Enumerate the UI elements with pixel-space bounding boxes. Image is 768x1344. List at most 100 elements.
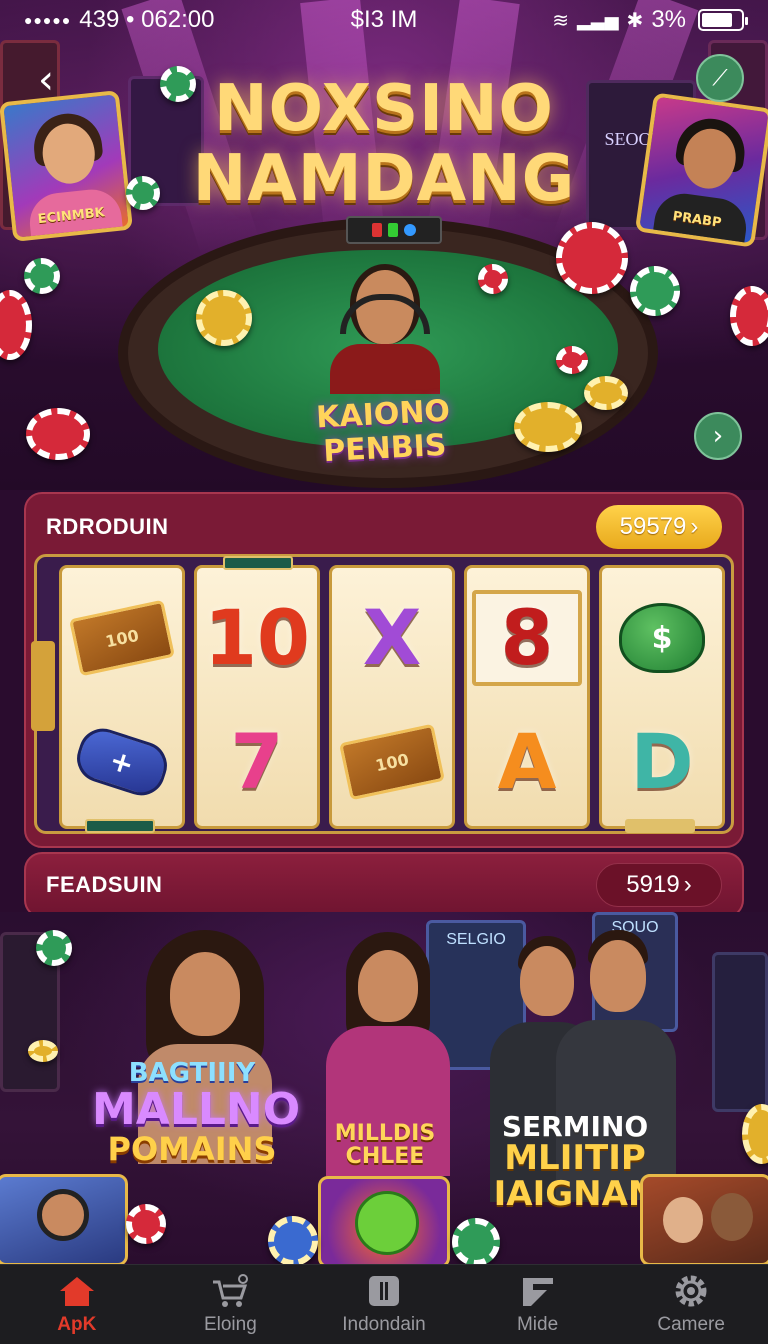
hero-banner[interactable]: SEOONA ‹ ⟋ ECINMBK PRABP NOXSINO NAMDANG…	[0, 0, 768, 490]
hero-title: NOXSINO NAMDANG	[0, 74, 768, 214]
next-button[interactable]: ›	[694, 412, 742, 460]
section-value: 5919	[626, 871, 680, 898]
reel-symbol: X	[362, 593, 422, 682]
gold-coin	[584, 376, 628, 410]
character-icon	[711, 1193, 753, 1241]
poker-chip	[556, 346, 588, 374]
hero-title-line-1: NOXSINO	[214, 72, 554, 146]
poker-chip	[24, 258, 60, 294]
bluetooth-icon: ✱	[626, 9, 644, 32]
nav-label: Eloing	[203, 1313, 257, 1335]
nav-item-share[interactable]: Mide	[461, 1265, 615, 1344]
section-title: FEADSUIN	[46, 872, 163, 897]
chevron-right-icon: ›	[712, 421, 724, 451]
reel-arrow-left[interactable]	[31, 641, 55, 731]
nav-item-settings[interactable]: Camere	[614, 1265, 768, 1344]
chevron-left-icon: ‹	[38, 57, 54, 103]
status-bar: ●●●●● 439 • 062:00 $I3 IM ≋ ▂▃▅ ✱ 3%	[0, 0, 768, 40]
back-button[interactable]: ‹	[24, 57, 68, 103]
poker-chip	[630, 266, 680, 316]
signal-bars-icon: ▂▃▅	[577, 9, 619, 30]
poker-chip	[556, 222, 628, 294]
reel-symbol: 7	[230, 717, 284, 806]
game-thumbnail[interactable]	[318, 1176, 450, 1264]
section-value-button[interactable]: 5919 ›	[596, 863, 722, 907]
reels-frame: 100 + 10 7 X 100 8 A $ D	[31, 554, 734, 834]
reel-symbol: A	[497, 717, 557, 806]
reel-1[interactable]: 100 +	[59, 565, 185, 829]
reel-symbol: 100	[62, 578, 182, 698]
cash-stack-icon: 100	[339, 723, 445, 801]
wifi-icon: ≋	[552, 9, 570, 32]
gold-coin	[196, 290, 252, 346]
headset-icon	[37, 1189, 89, 1241]
poker-chip	[160, 66, 196, 102]
settings-button[interactable]: ⟋	[696, 54, 744, 102]
nav-item-cart[interactable]: Eloing	[154, 1265, 308, 1344]
reel-symbol: D	[630, 717, 694, 806]
feature-caption-middle: MILLDIS CHLEE	[334, 1121, 436, 1170]
section-value: 59579	[619, 513, 687, 540]
slot-panel[interactable]: RDRODUIN 59579 › 100 + 10 7 X 100 8 A $ …	[24, 492, 744, 848]
reel-symbol: +	[62, 702, 182, 822]
reel-5[interactable]: $ D	[599, 565, 725, 829]
poker-chip	[478, 264, 508, 294]
poker-chip	[452, 1218, 500, 1264]
nav-label: Mide	[516, 1313, 559, 1335]
poker-chip	[514, 402, 582, 452]
section-header-second: FEADSUIN 5919 ›	[24, 852, 744, 918]
hero-badge: KAIONO PENBIS	[294, 393, 473, 470]
reel-tab	[625, 819, 695, 833]
hero-title-line-2: NAMDANG	[192, 142, 576, 216]
reel-tab	[223, 556, 293, 570]
battery-percent: 3%	[651, 6, 686, 33]
reel-4[interactable]: 8 A	[464, 565, 590, 829]
feature-caption-right: SERMINO MLIITIP IAIGNAN	[493, 1110, 657, 1215]
poker-chip	[36, 930, 72, 966]
chevron-right-icon: ›	[690, 513, 699, 540]
poker-chip	[26, 408, 90, 460]
reel-3[interactable]: X 100	[329, 565, 455, 829]
nav-label: ApK	[57, 1313, 97, 1335]
nav-label: Camere	[657, 1313, 725, 1335]
status-time: 439 • 062:00	[79, 6, 215, 33]
gear-icon	[672, 1274, 710, 1308]
reel-tab	[85, 819, 155, 833]
feature-caption-left: BAGTIIIY MALLNO POMAINS	[92, 1058, 301, 1169]
chevron-right-icon: ›	[683, 871, 692, 898]
poker-chip	[268, 1216, 318, 1264]
reel-symbol: 100	[332, 702, 452, 822]
background-slot-machine	[712, 952, 768, 1112]
feature-area[interactable]: SELGIO SOUO BAGTIIIY MALLNO POMAINS MILL…	[0, 912, 768, 1264]
reel-symbol: 10	[204, 593, 310, 682]
game-thumbnail[interactable]	[0, 1174, 128, 1264]
battery-icon	[698, 9, 748, 31]
section-value-button[interactable]: 59579 ›	[596, 505, 722, 549]
mascot-icon	[355, 1191, 419, 1255]
section-title: RDRODUIN	[46, 514, 169, 539]
section-header-first: RDRODUIN 59579 ›	[26, 494, 742, 560]
poker-chip	[126, 176, 160, 210]
gold-coin	[28, 1040, 58, 1062]
game-thumbnail[interactable]	[640, 1174, 768, 1264]
reel-symbol: $	[602, 578, 722, 698]
share-icon	[519, 1274, 557, 1308]
cash-stack-icon: 100	[69, 599, 175, 677]
bottom-nav: ApK Eloing Indondain Mide Camere	[0, 1264, 768, 1344]
card-icon	[365, 1274, 403, 1308]
cell-signal-icon: ●●●●●	[24, 12, 72, 28]
nav-item-home[interactable]: ApK	[0, 1265, 154, 1344]
gold-coin	[742, 1104, 768, 1164]
whistle-icon: +	[70, 722, 174, 802]
cart-icon	[211, 1273, 249, 1308]
reel-2[interactable]: 10 7	[194, 556, 320, 829]
poker-chip	[126, 1204, 166, 1244]
character-icon	[663, 1197, 703, 1243]
nav-label: Indondain	[342, 1313, 426, 1335]
wrench-icon: ⟋	[712, 65, 728, 91]
nav-item-card[interactable]: Indondain	[307, 1265, 461, 1344]
poker-chip	[0, 290, 32, 360]
money-bag-icon: $	[619, 603, 705, 673]
table-console	[346, 216, 442, 244]
reel-symbol: 8	[467, 578, 587, 698]
